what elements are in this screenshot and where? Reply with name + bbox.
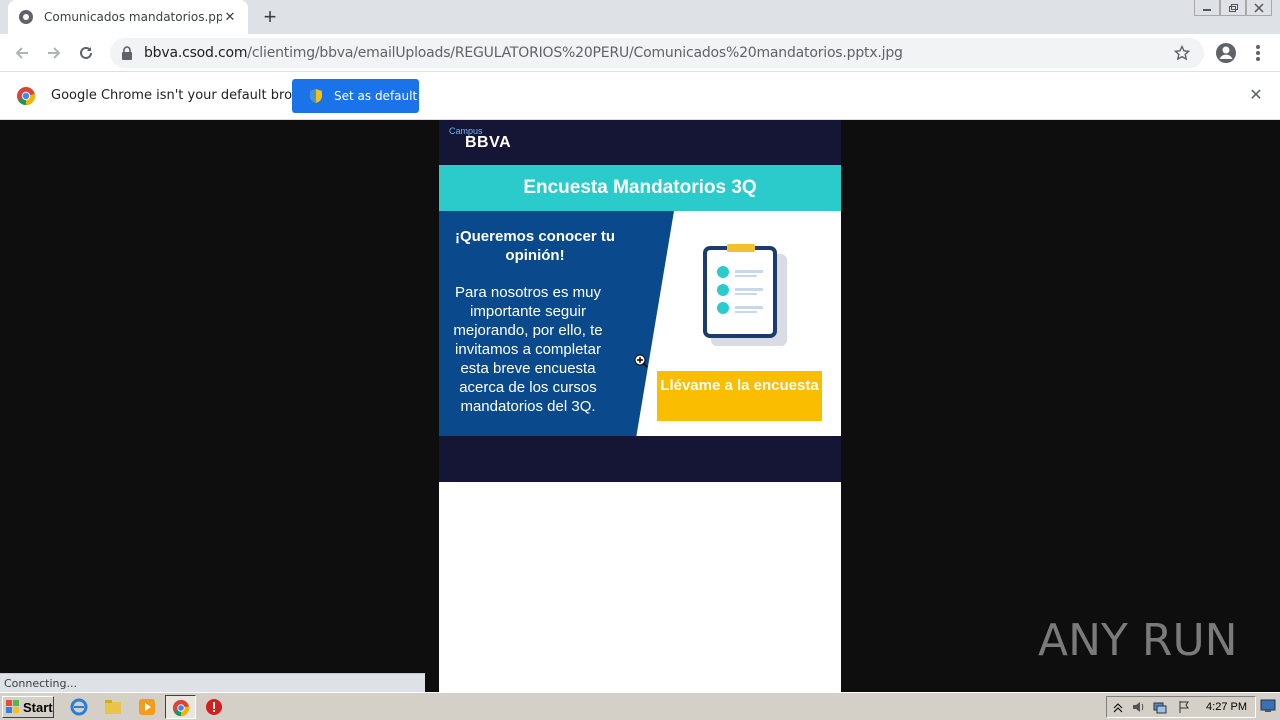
tray-expand-icon[interactable]: [1111, 700, 1125, 714]
taskbar-chrome-button[interactable]: [165, 695, 196, 719]
body-text: Para nosotros es muy importante seguir m…: [453, 284, 603, 415]
email-footer-band: [439, 436, 841, 482]
email-header: Campus BBVA: [439, 120, 841, 165]
minimize-button[interactable]: [1194, 0, 1220, 16]
window-controls: [1194, 0, 1272, 18]
windows-flag-icon: [6, 700, 19, 713]
browser-tab[interactable]: Comunicados mandatorios.pptx.jpg ✕: [8, 0, 248, 34]
minimize-icon: [1203, 8, 1211, 11]
set-as-default-button[interactable]: Set as default: [292, 79, 419, 113]
clock[interactable]: 4:27 PM: [1206, 701, 1247, 713]
ie-icon[interactable]: [70, 698, 88, 716]
close-icon: [1254, 2, 1264, 13]
reload-button[interactable]: [74, 42, 98, 64]
system-tray: 4:27 PM: [1106, 696, 1256, 718]
shield-icon: [310, 89, 322, 103]
chrome-logo-icon: [17, 87, 36, 106]
globe-icon: [19, 10, 33, 24]
profile-icon[interactable]: [1214, 41, 1238, 65]
tab-close-icon[interactable]: ✕: [222, 9, 238, 25]
volume-icon[interactable]: [1131, 700, 1145, 714]
set-as-default-label: Set as default: [334, 89, 418, 103]
new-tab-button[interactable]: +: [258, 6, 282, 28]
anyrun-watermark: ANY RUN: [1038, 614, 1238, 666]
default-browser-infobar: Google Chrome isn't your default browser…: [0, 72, 1280, 120]
status-bubble: Connecting...: [0, 673, 425, 692]
start-label: Start: [23, 699, 53, 715]
menu-kebab-icon[interactable]: [1250, 41, 1266, 65]
tab-strip: Comunicados mandatorios.pptx.jpg ✕ +: [0, 0, 1280, 34]
back-button[interactable]: [10, 42, 34, 64]
restore-button[interactable]: [1220, 0, 1246, 16]
url-path: /clientimg/bbva/emailUploads/REGULATORIO…: [247, 45, 903, 61]
brand-logo: BBVA: [465, 134, 512, 151]
email-image: Campus BBVA Encuesta Mandatorios 3Q ¡Que…: [439, 120, 841, 692]
start-button[interactable]: Start: [2, 696, 54, 718]
tab-title: Comunicados mandatorios.pptx.jpg: [44, 10, 222, 24]
media-player-icon[interactable]: [138, 698, 156, 716]
restore-icon: [1229, 3, 1238, 12]
infobar-message: Google Chrome isn't your default browser: [51, 88, 323, 103]
move-cursor-icon: [634, 354, 648, 368]
headline: ¡Queremos conocer tu opinión!: [454, 228, 616, 264]
show-desktop-icon[interactable]: [1260, 699, 1276, 713]
forward-arrow-icon: [48, 47, 61, 59]
infobar-close-icon[interactable]: ✕: [1248, 88, 1264, 104]
alert-app-icon[interactable]: [205, 698, 223, 716]
action-center-flag-icon[interactable]: [1177, 700, 1191, 714]
folder-icon[interactable]: [104, 698, 122, 716]
survey-banner: Encuesta Mandatorios 3Q: [439, 165, 841, 211]
clipboard-checklist-icon: [703, 244, 787, 346]
address-bar[interactable]: bbva.csod.com/clientimg/bbva/emailUpload…: [110, 38, 1204, 68]
browser-toolbar: bbva.csod.com/clientimg/bbva/emailUpload…: [0, 34, 1280, 72]
back-arrow-icon: [15, 47, 28, 59]
taskbar: Start 4:27 PM: [0, 692, 1280, 720]
chrome-icon: [172, 699, 190, 717]
url-host: bbva.csod.com: [144, 45, 248, 61]
window-close-button[interactable]: [1246, 0, 1272, 16]
lock-icon: [122, 46, 132, 60]
forward-button[interactable]: [42, 42, 66, 64]
reload-icon: [80, 46, 92, 59]
url-text: bbva.csod.com/clientimg/bbva/emailUpload…: [144, 45, 903, 61]
survey-cta-button[interactable]: Llévame a la encuesta: [657, 371, 822, 421]
network-icon[interactable]: [1153, 700, 1167, 714]
page-viewport: Campus BBVA Encuesta Mandatorios 3Q ¡Que…: [0, 120, 1280, 692]
bookmark-star-icon[interactable]: [1174, 45, 1190, 61]
